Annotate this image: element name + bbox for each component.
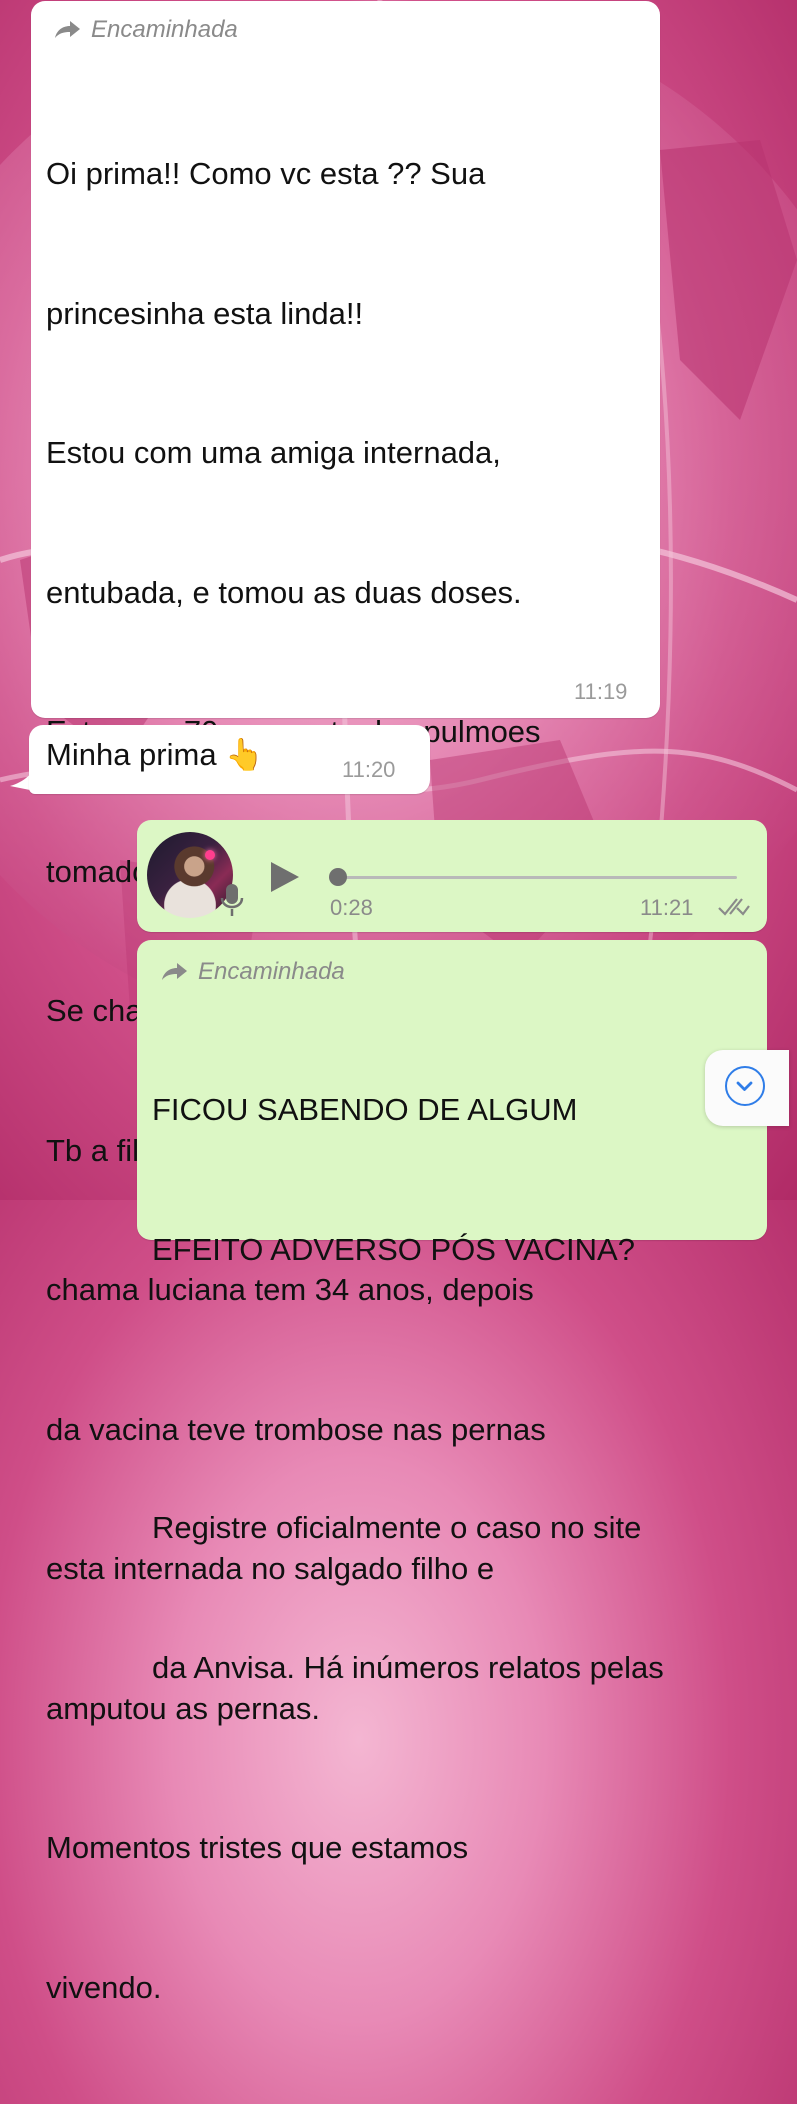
double-check-icon bbox=[718, 898, 750, 916]
message-line: Registre oficialmente o caso no site bbox=[152, 1510, 642, 1545]
message-line: Estou com uma amiga internada, bbox=[46, 435, 501, 470]
message-time: 11:20 bbox=[342, 757, 396, 782]
message-line: EFEITO ADVERSO PÓS VACINA? bbox=[152, 1231, 635, 1267]
forwarded-label: Encaminhada bbox=[198, 958, 345, 985]
incoming-message-forwarded[interactable]: Encaminhada Oi prima!! Como vc esta ?? S… bbox=[31, 1, 660, 2005]
play-icon[interactable] bbox=[269, 860, 301, 894]
audio-progress-track[interactable] bbox=[337, 876, 737, 879]
forward-arrow-icon bbox=[162, 963, 187, 980]
message-line: FICOU SABENDO DE ALGUM bbox=[152, 1092, 578, 1127]
forwarded-label: Encaminhada bbox=[91, 16, 238, 43]
incoming-message[interactable]: Minha prima 👆 11:20 bbox=[29, 725, 430, 794]
message-line: da Anvisa. Há inúmeros relatos pelas bbox=[152, 1649, 664, 1685]
message-line: princesinha esta linda!! bbox=[46, 295, 364, 331]
outgoing-voice-message[interactable]: 0:28 11:21 bbox=[137, 820, 767, 932]
message-text: FICOU SABENDO DE ALGUM EFEITO ADVERSO PÓ… bbox=[152, 994, 664, 1784]
mic-icon bbox=[220, 884, 244, 916]
message-time: 11:21 bbox=[640, 895, 694, 920]
outgoing-message-forwarded[interactable]: Encaminhada FICOU SABENDO DE ALGUM EFEIT… bbox=[137, 940, 767, 1685]
forward-arrow-icon bbox=[55, 21, 80, 38]
forwarded-indicator: Encaminhada bbox=[53, 16, 238, 44]
chevron-down-icon bbox=[725, 1066, 765, 1106]
scroll-to-bottom-button[interactable] bbox=[705, 1050, 789, 1126]
forwarded-indicator: Encaminhada bbox=[160, 958, 345, 986]
message-line: entubada, e tomou as duas doses. bbox=[46, 574, 522, 610]
message-line: Momentos tristes que estamos bbox=[46, 1830, 469, 1865]
message-line: Oi prima!! Como vc esta ?? Sua bbox=[46, 156, 486, 191]
voice-duration: 0:28 bbox=[330, 895, 373, 920]
message-line bbox=[152, 1366, 664, 1412]
message-time: 11:19 bbox=[574, 679, 628, 704]
message-line: vivendo. bbox=[46, 1969, 162, 2005]
audio-scrub-handle[interactable] bbox=[329, 868, 347, 886]
message-text: Minha prima 👆 bbox=[46, 737, 264, 772]
